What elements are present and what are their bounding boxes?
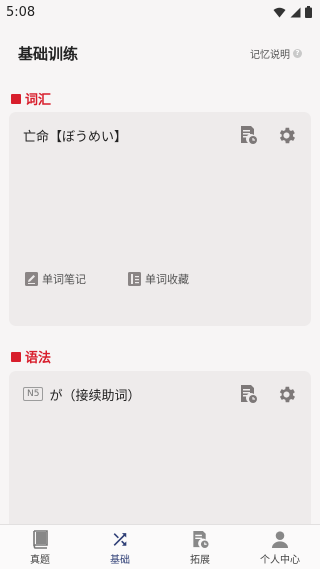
tab-exam[interactable]: 真题 (0, 525, 80, 569)
gear-icon[interactable] (276, 125, 297, 146)
grammar-section-header: 语法 (11, 347, 51, 366)
tab-profile[interactable]: 个人中心 (240, 525, 320, 569)
memory-explanation-label: 记忆说明 (250, 49, 290, 61)
jlpt-level-badge: N5 (23, 387, 44, 401)
vocab-section-header: 词汇 (11, 89, 51, 108)
status-icons (273, 6, 312, 18)
battery-icon (305, 6, 312, 18)
word-favorites-button[interactable]: 单词收藏 (128, 271, 189, 287)
vocab-word: 亡命【ぼうめい】 (23, 129, 128, 145)
vocab-card-actions (238, 125, 297, 146)
shuffle-icon (113, 533, 127, 546)
page-title: 基础训练 (18, 44, 79, 63)
help-icon: ? (293, 48, 302, 58)
grammar-section-label: 语法 (25, 351, 52, 366)
tab-extension-label: 拓展 (190, 555, 210, 566)
word-favorites-label: 单词收藏 (145, 273, 189, 286)
tab-exam-label: 真题 (30, 555, 50, 566)
status-time: 5:08 (6, 4, 36, 20)
grammar-title-row: N5 が（接续助词） (23, 385, 140, 404)
word-notes-label: 单词笔记 (42, 273, 86, 286)
vocab-card-footer: 单词笔记 单词收藏 (25, 271, 189, 287)
grammar-card-actions (238, 384, 297, 405)
person-icon (271, 531, 289, 549)
memory-explanation-link[interactable]: 记忆说明 ? (250, 46, 302, 61)
signal-icon (290, 7, 301, 17)
vocab-card[interactable]: 亡命【ぼうめい】 单词笔记 单词收藏 (9, 112, 311, 326)
tab-basic-label: 基础 (110, 555, 130, 566)
grammar-point: が（接续助词） (49, 388, 141, 404)
bookmark-list-icon (128, 272, 141, 286)
vocab-card-header: 亡命【ぼうめい】 (23, 122, 297, 148)
document-clock-icon[interactable] (238, 384, 258, 404)
grammar-card-header: N5 が（接续助词） (23, 381, 297, 407)
grammar-card[interactable]: N5 が（接续助词） (9, 371, 311, 541)
document-clock-icon (193, 530, 209, 549)
bottom-tab-bar: 真题 基础 拓展 个人中心 (0, 524, 320, 569)
wifi-icon (273, 7, 286, 17)
status-bar: 5:08 (0, 0, 320, 24)
gear-icon[interactable] (276, 384, 297, 405)
page-header: 基础训练 记忆说明 ? (0, 38, 320, 68)
tab-basic[interactable]: 基础 (80, 525, 160, 569)
tab-extension[interactable]: 拓展 (160, 525, 240, 569)
word-notes-button[interactable]: 单词笔记 (25, 271, 86, 287)
section-marker-icon (11, 351, 21, 362)
vocab-section-label: 词汇 (25, 93, 52, 108)
note-edit-icon (25, 272, 38, 286)
document-clock-icon[interactable] (238, 125, 258, 145)
book-icon (33, 530, 48, 549)
section-marker-icon (11, 93, 21, 104)
tab-profile-label: 个人中心 (260, 555, 300, 566)
